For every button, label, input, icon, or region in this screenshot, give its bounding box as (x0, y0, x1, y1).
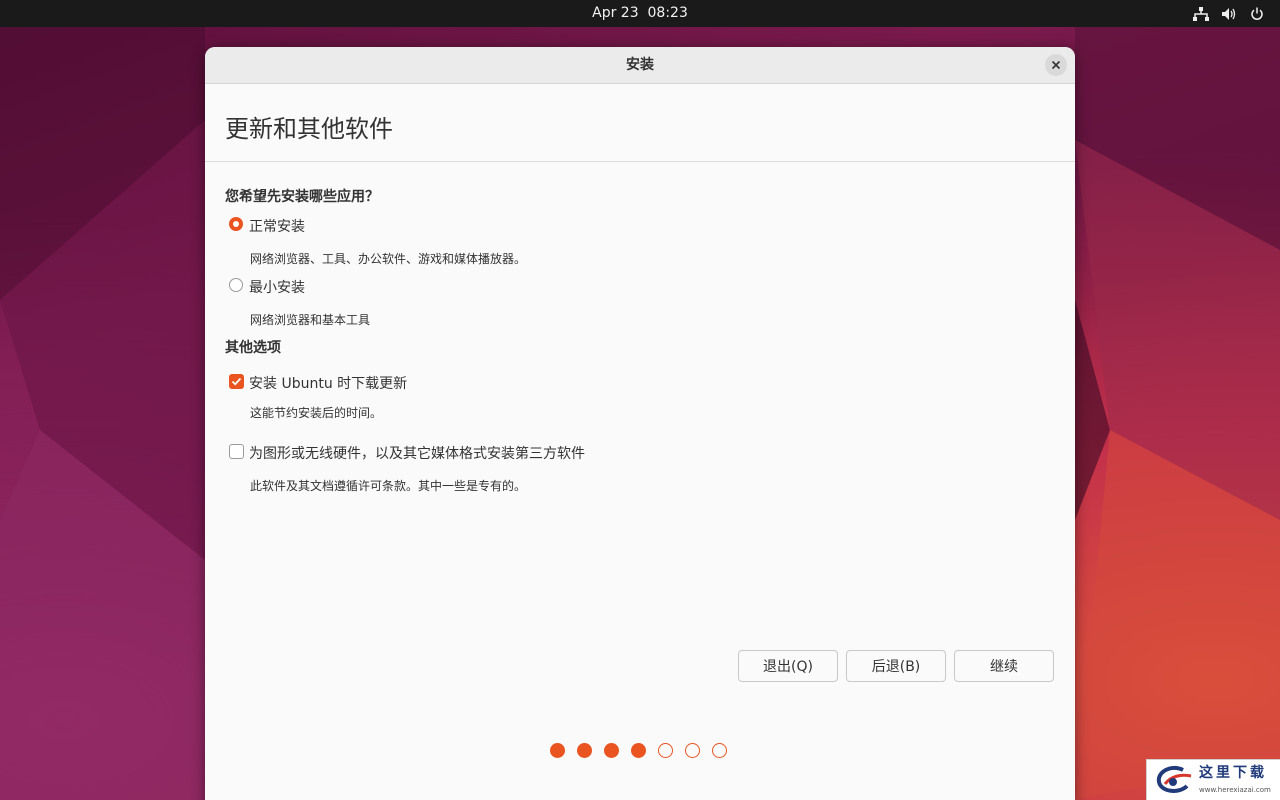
top-bar: Apr 23 08:23 (0, 0, 1280, 27)
third-party-checkbox[interactable] (229, 444, 244, 459)
clock-date: Apr 23 (592, 5, 639, 21)
clock-time: 08:23 (647, 5, 688, 21)
checkmark-icon (231, 377, 242, 386)
watermark-logo-icon (1156, 765, 1192, 793)
power-icon[interactable] (1248, 5, 1266, 23)
continue-button[interactable]: 继续 (954, 650, 1054, 682)
download-updates-checkbox[interactable] (229, 374, 244, 389)
window-titlebar[interactable]: 安装 (205, 47, 1075, 84)
back-button[interactable]: 后退(B) (846, 650, 946, 682)
progress-dot (550, 743, 565, 758)
installer-window: 安装 更新和其他软件 您希望先安装哪些应用？ 正常安装 网络浏览器、工具、办公软… (205, 47, 1075, 800)
page-title: 更新和其他软件 (225, 115, 393, 143)
close-icon (1051, 60, 1061, 70)
progress-dot (712, 743, 727, 758)
progress-dots (550, 743, 727, 758)
watermark: 这里下载 www.herexiazai.com (1146, 759, 1280, 800)
clock[interactable]: Apr 23 08:23 (0, 0, 1280, 27)
progress-dot (658, 743, 673, 758)
third-party-description: 此软件及其文档遵循许可条款。其中一些是专有的。 (250, 479, 527, 493)
window-title: 安装 (626, 57, 654, 73)
progress-dot (685, 743, 700, 758)
normal-install-radio[interactable] (229, 217, 243, 231)
quit-button[interactable]: 退出(Q) (738, 650, 838, 682)
other-options-title: 其他选项 (225, 340, 281, 356)
third-party-label[interactable]: 为图形或无线硬件，以及其它媒体格式安装第三方软件 (249, 443, 585, 463)
progress-dot (631, 743, 646, 758)
minimal-install-label[interactable]: 最小安装 (249, 277, 305, 297)
progress-dot (604, 743, 619, 758)
normal-install-label[interactable]: 正常安装 (249, 216, 305, 236)
minimal-install-description: 网络浏览器和基本工具 (250, 313, 371, 327)
minimal-install-radio[interactable] (229, 278, 243, 292)
system-tray[interactable] (1192, 0, 1266, 27)
watermark-text: 这里下载 (1199, 765, 1267, 781)
close-button[interactable] (1045, 54, 1067, 76)
install-question: 您希望先安装哪些应用？ (225, 189, 379, 205)
network-icon[interactable] (1192, 5, 1210, 23)
download-updates-description: 这能节约安装后的时间。 (250, 406, 383, 420)
watermark-url: www.herexiazai.com (1199, 786, 1271, 794)
normal-install-description: 网络浏览器、工具、办公软件、游戏和媒体播放器。 (250, 252, 527, 266)
volume-icon[interactable] (1220, 5, 1238, 23)
progress-dot (577, 743, 592, 758)
download-updates-label[interactable]: 安装 Ubuntu 时下载更新 (249, 373, 407, 393)
